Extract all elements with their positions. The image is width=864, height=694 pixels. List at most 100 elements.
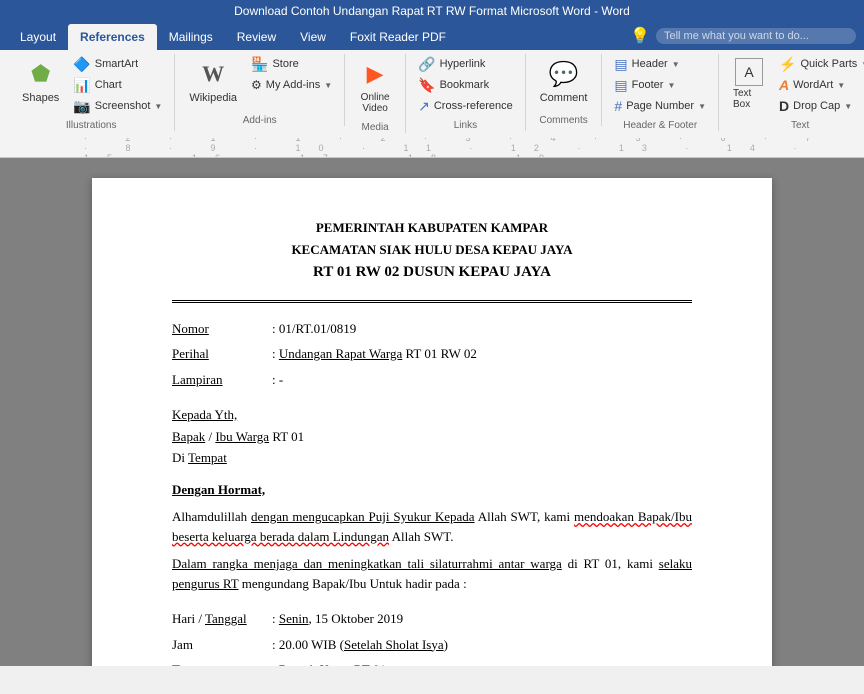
textbox-button[interactable]: A Text Box <box>727 54 771 114</box>
media-buttons: ▶ Online Video <box>353 54 397 118</box>
addins-icon: ⚙ <box>251 78 262 92</box>
tab-layout[interactable]: Layout <box>8 24 68 50</box>
tab-view[interactable]: View <box>288 24 338 50</box>
group-illustrations: ⬟ Shapes 🔷 SmartArt 📊 Chart 📷 Screenshot… <box>8 54 175 131</box>
document-fields: Nomor : 01/RT.01/0819 Perihal : Undangan… <box>172 319 692 390</box>
shapes-icon: ⬟ <box>25 58 57 90</box>
illustrations-label: Illustrations <box>66 116 117 131</box>
illustrations-buttons: ⬟ Shapes 🔷 SmartArt 📊 Chart 📷 Screenshot… <box>16 54 166 116</box>
quick-parts-button[interactable]: ⚡ Quick Parts ▼ <box>775 54 864 74</box>
my-addins-button[interactable]: ⚙ My Add-ins ▼ <box>247 75 336 95</box>
document-header: PEMERINTAH KABUPATEN KAMPAR KECAMATAN SI… <box>172 218 692 284</box>
salutation: Dengan Hormat, <box>172 480 692 500</box>
document-area[interactable]: PEMERINTAH KABUPATEN KAMPAR KECAMATAN SI… <box>0 158 864 666</box>
wikipedia-icon: W <box>197 58 229 90</box>
nomor-label: Nomor <box>172 319 252 339</box>
drop-cap-button[interactable]: D Drop Cap ▼ <box>775 96 864 116</box>
header-line2: KECAMATAN SIAK HULU DESA KEPAU JAYA <box>172 240 692 260</box>
group-header-footer: ▤ Header ▼ ▤ Footer ▼ # Page Number ▼ He… <box>602 54 719 131</box>
comments-buttons: 💬 Comment <box>534 54 594 111</box>
title-text: Download Contoh Undangan Rapat RT RW For… <box>234 4 630 18</box>
perihal-value: : Undangan Rapat Warga RT 01 RW 02 <box>272 344 692 364</box>
address-section: Kepada Yth, Bapak / Ibu Warga RT 01 Di T… <box>172 405 692 468</box>
lampiran-field: Lampiran : - <box>172 370 692 390</box>
wikipedia-button[interactable]: W Wikipedia <box>183 54 243 108</box>
header-footer-label: Header & Footer <box>623 116 697 131</box>
event-details: Hari / Tanggal : Senin, 15 Oktober 2019 … <box>172 609 692 666</box>
crossref-icon: ↗ <box>418 98 430 115</box>
bookmark-button[interactable]: 🔖 Bookmark <box>414 75 517 95</box>
online-video-button[interactable]: ▶ Online Video <box>353 54 397 118</box>
pagenum-dropdown-icon: ▼ <box>698 102 706 111</box>
group-media: ▶ Online Video Media <box>345 54 406 133</box>
nomor-field: Nomor : 01/RT.01/0819 <box>172 319 692 339</box>
tempat-row: Tempat : Rumah Ketua RT 01 <box>172 660 692 666</box>
document-divider <box>172 300 692 303</box>
illustrations-col: 🔷 SmartArt 📊 Chart 📷 Screenshot ▼ <box>69 54 166 116</box>
document[interactable]: PEMERINTAH KABUPATEN KAMPAR KECAMATAN SI… <box>92 178 772 666</box>
comment-icon: 💬 <box>548 58 580 90</box>
header-footer-col: ▤ Header ▼ ▤ Footer ▼ # Page Number ▼ <box>610 54 710 116</box>
store-icon: 🏪 <box>251 56 268 73</box>
footer-icon: ▤ <box>614 77 627 94</box>
ribbon-tabs: Layout References Mailings Review View F… <box>0 22 864 50</box>
screenshot-icon: 📷 <box>73 98 90 115</box>
lampiran-value: : - <box>272 370 692 390</box>
pagenum-icon: # <box>614 98 622 114</box>
links-buttons: 🔗 Hyperlink 🔖 Bookmark ↗ Cross-reference <box>414 54 517 116</box>
shapes-col: ⬟ Shapes <box>16 54 65 108</box>
group-text: A Text Box ⚡ Quick Parts ▼ A WordArt ▼ D… <box>719 54 864 131</box>
text-buttons: A Text Box ⚡ Quick Parts ▼ A WordArt ▼ D… <box>727 54 864 116</box>
document-body: Dengan Hormat, Alhamdulillah dengan meng… <box>172 480 692 594</box>
tab-review[interactable]: Review <box>225 24 288 50</box>
lampiran-label: Lampiran <box>172 370 252 390</box>
hyperlink-button[interactable]: 🔗 Hyperlink <box>414 54 517 74</box>
screenshot-button[interactable]: 📷 Screenshot ▼ <box>69 96 166 116</box>
cross-reference-button[interactable]: ↗ Cross-reference <box>414 96 517 116</box>
perihal-field: Perihal : Undangan Rapat Warga RT 01 RW … <box>172 344 692 364</box>
smartart-icon: 🔷 <box>73 56 90 73</box>
tab-foxit[interactable]: Foxit Reader PDF <box>338 24 458 50</box>
group-comments: 💬 Comment Comments <box>526 54 603 126</box>
kepada-yth: Kepada Yth, <box>172 405 692 425</box>
di-tempat: Di Tempat <box>172 448 692 468</box>
dropcap-icon: D <box>779 98 789 114</box>
wordart-dropdown-icon: ▼ <box>837 81 845 90</box>
wordart-icon: A <box>779 77 789 93</box>
chart-icon: 📊 <box>73 77 90 94</box>
header-line3: RT 01 RW 02 DUSUN KEPAU JAYA <box>172 261 692 284</box>
comment-button[interactable]: 💬 Comment <box>534 54 594 108</box>
comments-label: Comments <box>539 111 587 126</box>
wordart-button[interactable]: A WordArt ▼ <box>775 75 864 95</box>
addins-dropdown-icon: ▼ <box>324 81 332 90</box>
screenshot-dropdown-icon: ▼ <box>154 102 162 111</box>
chart-button[interactable]: 📊 Chart <box>69 75 166 95</box>
tab-references[interactable]: References <box>68 24 157 50</box>
text-label: Text <box>791 116 809 131</box>
shapes-button[interactable]: ⬟ Shapes <box>16 54 65 108</box>
body-paragraph2: Dalam rangka menjaga dan meningkatkan ta… <box>172 554 692 593</box>
tell-me-input[interactable] <box>656 28 856 44</box>
video-icon: ▶ <box>359 58 391 90</box>
media-label: Media <box>362 118 389 133</box>
header-dropdown-icon: ▼ <box>672 60 680 69</box>
hari-tanggal-row: Hari / Tanggal : Senin, 15 Oktober 2019 <box>172 609 692 629</box>
footer-button[interactable]: ▤ Footer ▼ <box>610 75 710 95</box>
links-label: Links <box>454 116 477 131</box>
tab-mailings[interactable]: Mailings <box>157 24 225 50</box>
store-button[interactable]: 🏪 Store <box>247 54 336 74</box>
title-bar: Download Contoh Undangan Rapat RT RW For… <box>0 0 864 22</box>
ruler: · 2 · 1 · 1 · 2 · 3 · 4 · 5 · 6 · 7 · 8 … <box>0 138 864 158</box>
header-icon: ▤ <box>614 56 627 73</box>
smartart-button[interactable]: 🔷 SmartArt <box>69 54 166 74</box>
page-number-button[interactable]: # Page Number ▼ <box>610 96 710 116</box>
bapak-ibu: Bapak / Ibu Warga RT 01 <box>172 427 692 447</box>
quickparts-icon: ⚡ <box>779 56 796 73</box>
group-links: 🔗 Hyperlink 🔖 Bookmark ↗ Cross-reference… <box>406 54 526 131</box>
addins-label: Add-ins <box>243 111 277 126</box>
addins-buttons: W Wikipedia 🏪 Store ⚙ My Add-ins ▼ <box>183 54 336 111</box>
header-button[interactable]: ▤ Header ▼ <box>610 54 710 74</box>
jam-row: Jam : 20.00 WIB (Setelah Sholat Isya) <box>172 635 692 655</box>
links-col: 🔗 Hyperlink 🔖 Bookmark ↗ Cross-reference <box>414 54 517 116</box>
textbox-icon: A <box>735 58 763 86</box>
